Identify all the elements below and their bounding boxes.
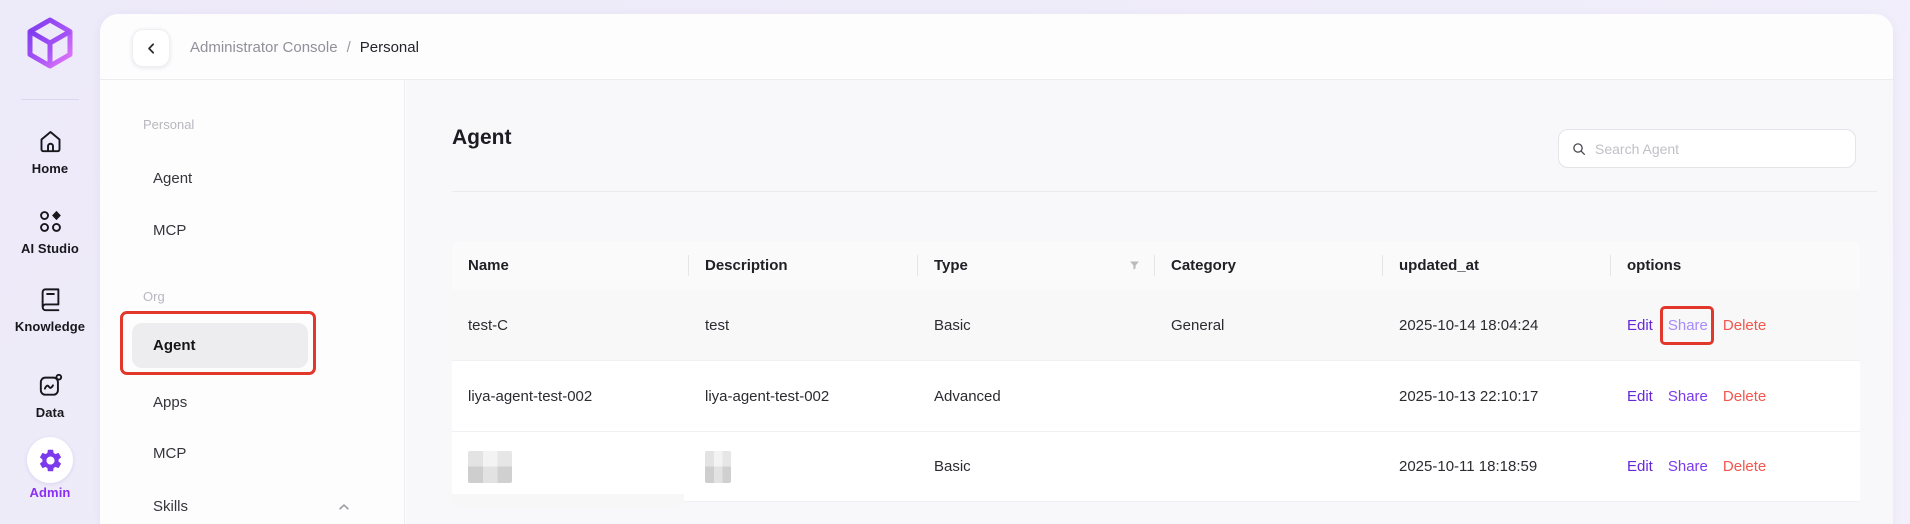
- sidebar-item-label: Skills: [153, 496, 188, 518]
- rail-item-home[interactable]: Home: [0, 128, 100, 176]
- sidebar-item-label: Agent: [153, 337, 196, 354]
- secondary-sidebar: Personal Agent MCP Org Agent Apps MCP Skills: [100, 80, 405, 524]
- column-header-name: Name: [452, 241, 689, 290]
- redacted-description-block: [705, 451, 731, 483]
- rail-item-label: Knowledge: [15, 319, 85, 334]
- cell-description: test: [689, 317, 918, 334]
- sidebar-item-label: Apps: [153, 392, 187, 414]
- edit-link[interactable]: Edit: [1627, 317, 1653, 334]
- sidebar-item-personal-agent[interactable]: Agent: [153, 168, 363, 190]
- nav-section-label-org: Org: [143, 287, 165, 307]
- cell-description: liya-agent-test-002: [689, 388, 918, 405]
- sidebar-item-personal-mcp[interactable]: MCP: [153, 220, 363, 242]
- breadcrumb-separator: /: [347, 39, 351, 56]
- content-card: Administrator Console / Personal Persona…: [100, 14, 1893, 524]
- breadcrumb: Administrator Console / Personal: [190, 14, 419, 80]
- cell-updated-at: 2025-10-11 18:18:59: [1383, 458, 1611, 475]
- rail-divider: [21, 99, 79, 100]
- column-header-category: Category: [1155, 241, 1383, 290]
- sidebar-item-org-apps[interactable]: Apps: [153, 392, 363, 414]
- delete-link[interactable]: Delete: [1723, 388, 1766, 405]
- title-divider: [452, 191, 1877, 192]
- nav-section-label-personal: Personal: [143, 115, 194, 135]
- home-icon: [37, 128, 64, 155]
- table-row: test-CtestBasicGeneral2025-10-14 18:04:2…: [452, 290, 1860, 361]
- table-row: Basic 2025-10-11 18:18:59 Edit Share Delete: [452, 432, 1860, 502]
- table-header-row: Name Description Type Category updated_at opt…: [452, 241, 1860, 290]
- cell-options: Edit Share Delete: [1611, 317, 1860, 334]
- rail-item-label: AI Studio: [21, 241, 79, 256]
- cell-type: Advanced: [918, 388, 1155, 405]
- sidebar-item-org-mcp[interactable]: MCP: [153, 443, 363, 465]
- column-header-label: Category: [1171, 257, 1236, 274]
- sidebar-item-label: MCP: [153, 220, 186, 242]
- rail-item-data[interactable]: Data: [0, 372, 100, 420]
- rail-item-label: Admin: [30, 485, 71, 500]
- column-header-label: Name: [468, 257, 509, 274]
- delete-link[interactable]: Delete: [1723, 458, 1766, 475]
- sidebar-item-org-skills[interactable]: Skills: [153, 496, 363, 518]
- delete-link[interactable]: Delete: [1723, 317, 1766, 334]
- cell-name: liya-agent-test-002: [452, 388, 689, 405]
- column-header-label: options: [1627, 257, 1681, 274]
- page-title: Agent: [452, 126, 512, 150]
- edit-link[interactable]: Edit: [1627, 458, 1653, 475]
- chevron-up-icon: [337, 500, 351, 514]
- cell-name: test-C: [452, 317, 689, 334]
- cell-options: Edit Share Delete: [1611, 458, 1860, 475]
- breadcrumb-bar: Administrator Console / Personal: [100, 14, 1893, 80]
- share-link-annotation-box: Share: [1668, 317, 1708, 334]
- search-input[interactable]: [1595, 141, 1843, 157]
- breadcrumb-parent[interactable]: Administrator Console: [190, 39, 338, 56]
- cell-category: General: [1155, 317, 1383, 334]
- column-header-label: updated_at: [1399, 257, 1479, 274]
- breadcrumb-current: Personal: [360, 39, 419, 56]
- column-header-label: Type: [934, 257, 968, 274]
- agent-table: Name Description Type Category updated_at opt…: [452, 241, 1860, 502]
- sidebar-item-org-agent-selected[interactable]: Agent: [132, 323, 308, 368]
- redacted-strip: [452, 494, 684, 507]
- chevron-left-icon: [144, 41, 159, 56]
- back-button[interactable]: [132, 29, 170, 67]
- rail-item-admin[interactable]: Admin: [0, 437, 100, 500]
- cell-type: Basic: [918, 317, 1155, 334]
- column-header-type: Type: [918, 241, 1155, 290]
- rail-item-label: Home: [32, 161, 69, 176]
- edit-link[interactable]: Edit: [1627, 388, 1653, 405]
- column-header-description: Description: [689, 241, 918, 290]
- cell-description: [689, 451, 918, 483]
- app-logo-icon[interactable]: [24, 17, 76, 69]
- sidebar-item-label: MCP: [153, 443, 186, 465]
- cell-options: Edit Share Delete: [1611, 388, 1860, 405]
- share-link[interactable]: Share: [1668, 458, 1708, 475]
- sidebar-item-label: Agent: [153, 168, 192, 190]
- table-row: liya-agent-test-002liya-agent-test-002Ad…: [452, 361, 1860, 432]
- rail-item-label: Data: [36, 405, 65, 420]
- cell-updated-at: 2025-10-14 18:04:24: [1383, 317, 1611, 334]
- rail-item-knowledge[interactable]: Knowledge: [0, 286, 100, 334]
- share-link[interactable]: Share: [1668, 317, 1708, 334]
- primary-sidebar: Home AI Studio Knowledge Data Admin: [0, 0, 100, 524]
- main-content: Agent Name Description Type Category updated…: [406, 80, 1893, 524]
- redacted-name-block: [468, 451, 512, 483]
- rail-item-ai-studio[interactable]: AI Studio: [0, 208, 100, 256]
- ai-studio-icon: [37, 208, 64, 235]
- search-box: [1558, 129, 1856, 168]
- admin-gear-icon: [27, 437, 73, 483]
- cell-type: Basic: [918, 458, 1155, 475]
- filter-icon[interactable]: [1128, 259, 1141, 272]
- search-icon: [1571, 141, 1587, 157]
- column-header-updated_at: updated_at: [1383, 241, 1611, 290]
- column-header-label: Description: [705, 257, 788, 274]
- column-header-options: options: [1611, 241, 1860, 290]
- data-icon: [37, 372, 64, 399]
- knowledge-icon: [37, 286, 64, 313]
- share-link[interactable]: Share: [1668, 388, 1708, 405]
- cell-updated-at: 2025-10-13 22:10:17: [1383, 388, 1611, 405]
- cell-name: [452, 451, 689, 483]
